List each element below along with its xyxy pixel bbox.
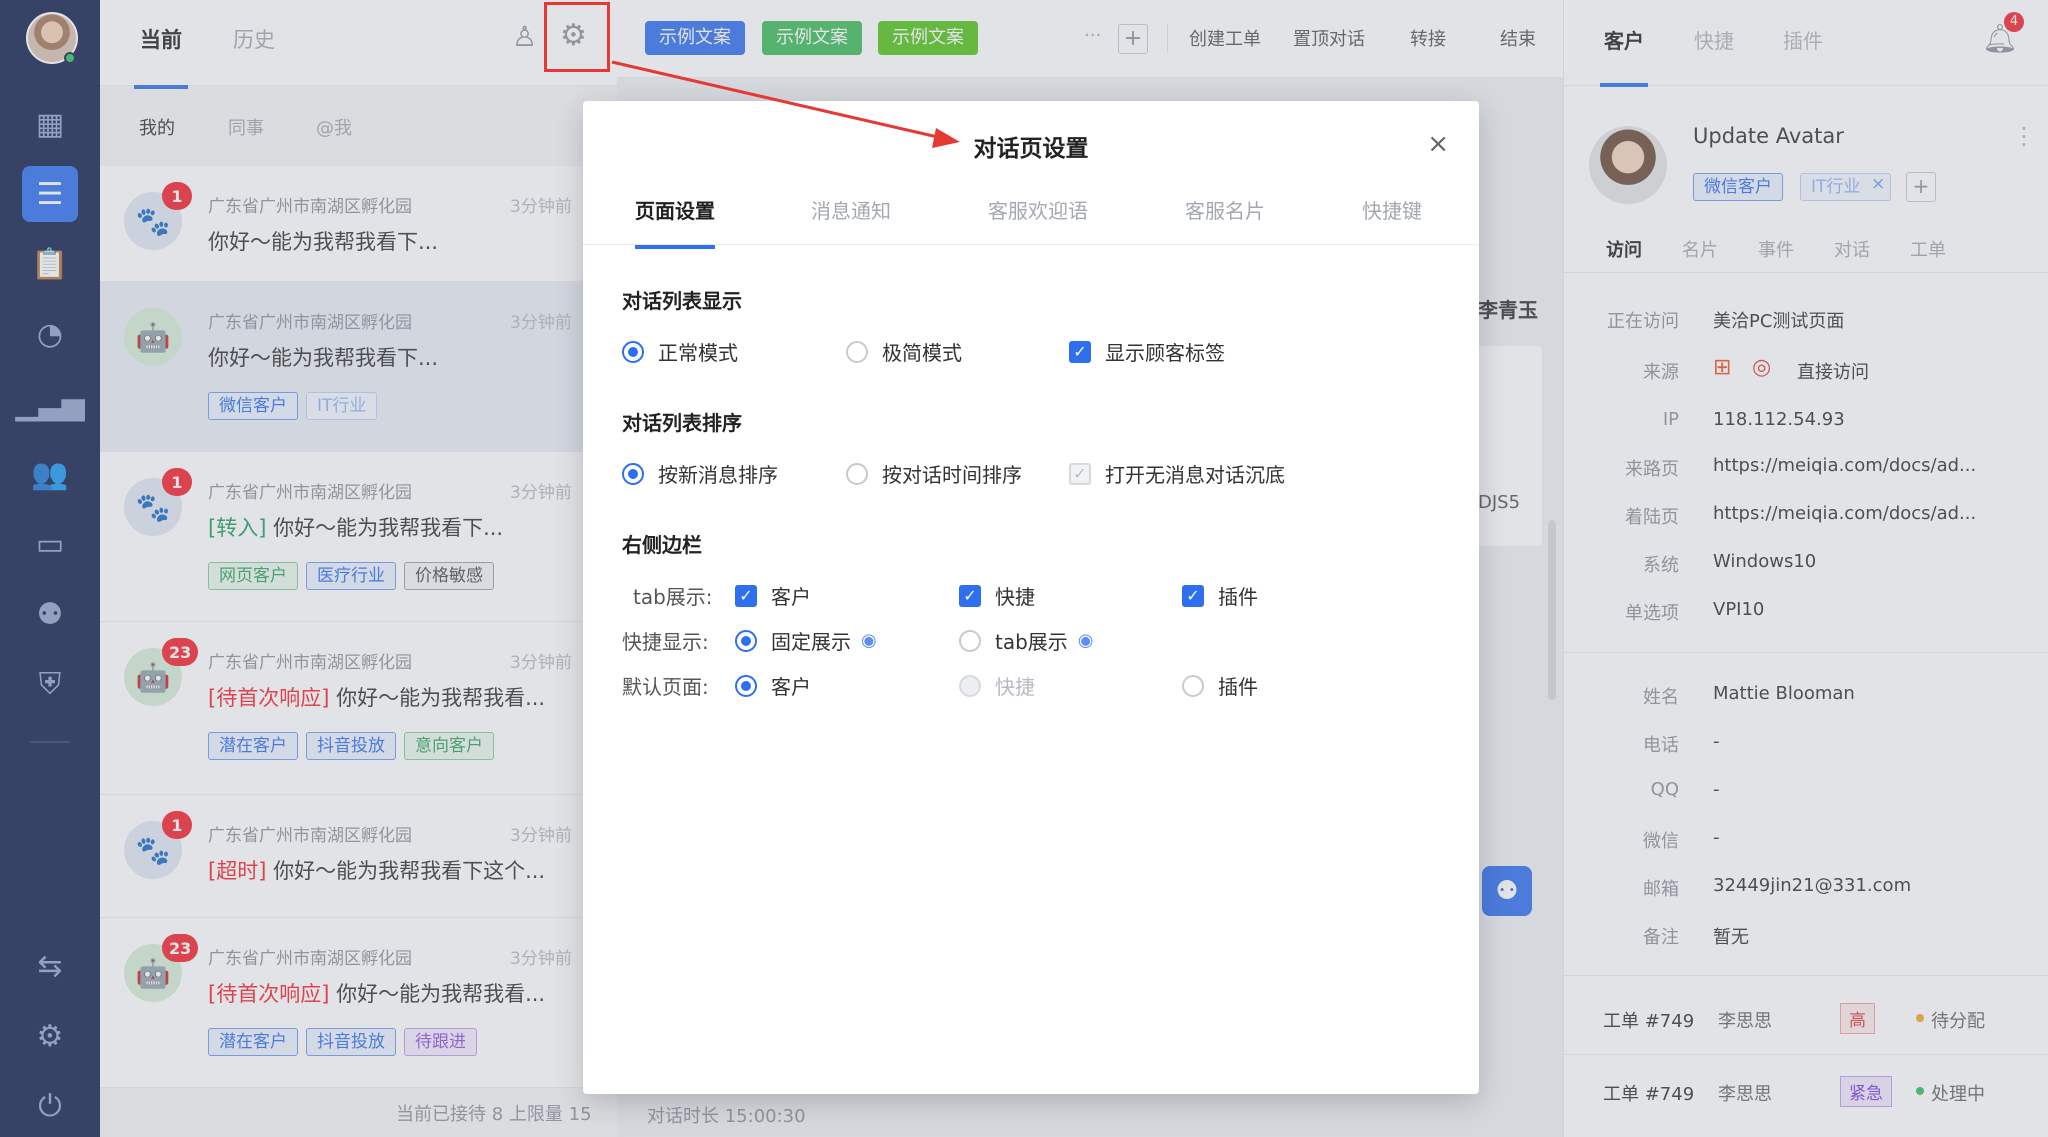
option-label: 插件: [1218, 585, 1258, 609]
checkbox-checked[interactable]: ✓: [735, 584, 757, 607]
radio-simple-mode[interactable]: 极简模式: [846, 337, 962, 366]
dialog-title: 对话页设置: [973, 136, 1089, 162]
tab-welcome-message[interactable]: 客服欢迎语: [988, 195, 1088, 224]
radio-disabled[interactable]: [959, 674, 981, 697]
radio-checked[interactable]: [735, 674, 757, 697]
section-list-display: 对话列表显示: [622, 289, 742, 313]
tab-message-notify[interactable]: 消息通知: [811, 195, 891, 224]
radio-unchecked[interactable]: [959, 629, 981, 652]
tab-shortcuts[interactable]: 快捷键: [1362, 195, 1422, 224]
checkbox-checked[interactable]: ✓: [959, 584, 981, 607]
option-label: 按新消息排序: [658, 463, 778, 487]
option-label: 快捷: [995, 585, 1035, 609]
option-label: 客户: [771, 585, 811, 609]
checkbox-checked[interactable]: ✓: [1182, 584, 1204, 607]
option-label: 固定展示: [771, 630, 851, 654]
radio-normal-mode[interactable]: 正常模式: [622, 337, 738, 366]
eye-icon[interactable]: ◉: [861, 630, 877, 651]
option-label: 插件: [1218, 675, 1258, 699]
tab-agent-card[interactable]: 客服名片: [1185, 195, 1265, 224]
option-label: 打开无消息对话沉底: [1105, 463, 1285, 487]
option-label: 极简模式: [882, 341, 962, 365]
radio-quick-tab[interactable]: tab展示 ◉: [959, 626, 1094, 655]
radio-unchecked[interactable]: [846, 340, 868, 363]
checkbox-tab-plugin[interactable]: ✓ 插件: [1182, 581, 1258, 610]
field-label-quick: 快捷显示:: [622, 630, 709, 654]
field-label-tab: tab展示:: [633, 585, 713, 609]
eye-icon[interactable]: ◉: [1078, 630, 1094, 651]
checkbox-tab-customer[interactable]: ✓ 客户: [735, 581, 811, 610]
radio-unchecked[interactable]: [1182, 674, 1204, 697]
option-label: 正常模式: [658, 341, 738, 365]
checkbox-show-tags[interactable]: ✓ 显示顾客标签: [1069, 337, 1225, 366]
radio-sort-conversation-time[interactable]: 按对话时间排序: [846, 459, 1022, 488]
option-label: 按对话时间排序: [882, 463, 1022, 487]
annotation-highlight-box: [544, 2, 610, 72]
checkbox-disabled[interactable]: ✓: [1069, 462, 1091, 485]
radio-unchecked[interactable]: [846, 462, 868, 485]
dialog-divider: [583, 244, 1479, 245]
radio-checked[interactable]: [622, 340, 644, 363]
checkbox-sink-empty[interactable]: ✓ 打开无消息对话沉底: [1069, 459, 1285, 488]
radio-default-customer[interactable]: 客户: [735, 671, 811, 700]
conversation-settings-dialog: 对话页设置 × 页面设置 消息通知 客服欢迎语 客服名片 快捷键 对话列表显示 …: [583, 101, 1479, 1094]
option-label: 客户: [771, 675, 811, 699]
radio-default-plugin[interactable]: 插件: [1182, 671, 1258, 700]
radio-checked[interactable]: [735, 629, 757, 652]
radio-sort-new-message[interactable]: 按新消息排序: [622, 459, 778, 488]
checkbox-tab-quick[interactable]: ✓ 快捷: [959, 581, 1035, 610]
radio-default-quick[interactable]: 快捷: [959, 671, 1035, 700]
option-label: 快捷: [995, 675, 1035, 699]
radio-checked[interactable]: [622, 462, 644, 485]
checkbox-checked[interactable]: ✓: [1069, 340, 1091, 363]
tab-page-settings[interactable]: 页面设置: [635, 195, 715, 249]
close-icon[interactable]: ×: [1427, 129, 1449, 159]
radio-quick-fixed[interactable]: 固定展示 ◉: [735, 626, 877, 655]
option-label: tab展示: [995, 630, 1068, 654]
option-label: 显示顾客标签: [1105, 341, 1225, 365]
section-list-sort: 对话列表排序: [622, 411, 742, 435]
section-right-sidebar: 右侧边栏: [622, 533, 702, 557]
field-label-default: 默认页面:: [622, 675, 709, 699]
